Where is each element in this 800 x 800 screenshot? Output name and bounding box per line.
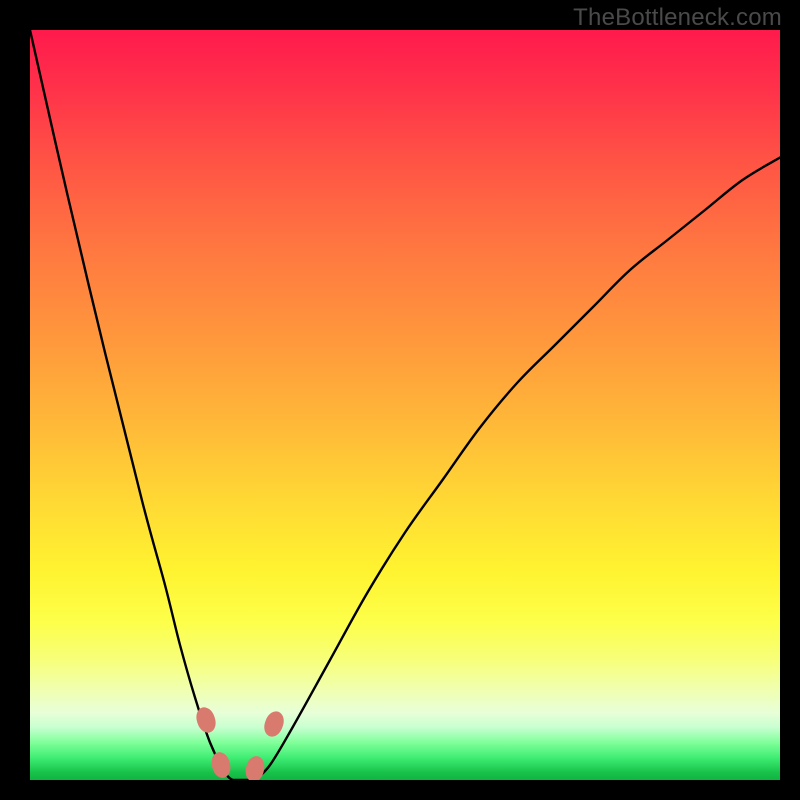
- chart-frame: TheBottleneck.com: [0, 0, 800, 800]
- plot-area: [30, 30, 780, 780]
- bottleneck-curve: [30, 30, 780, 780]
- watermark-text: TheBottleneck.com: [573, 4, 782, 32]
- curve-right-branch: [255, 158, 780, 781]
- curve-left-branch: [30, 30, 233, 780]
